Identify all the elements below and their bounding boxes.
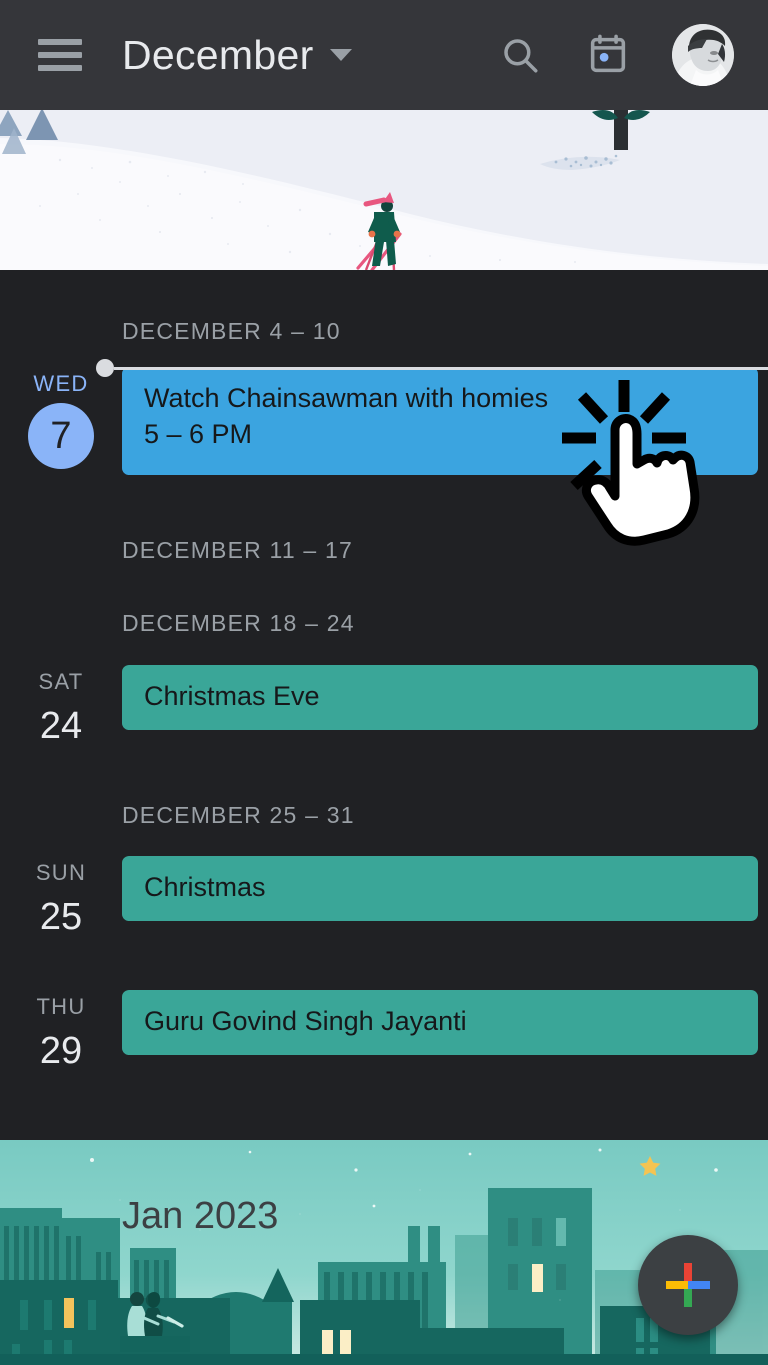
day-label: SUN 25 <box>0 856 122 938</box>
search-icon[interactable] <box>496 31 544 79</box>
current-time-indicator <box>96 359 768 377</box>
day-number-today: 7 <box>28 403 94 469</box>
day-label: WED 7 <box>0 367 122 469</box>
create-event-fab[interactable] <box>638 1235 738 1335</box>
day-row: WED 7 Watch Chainsawman with homies 5 – … <box>0 359 768 475</box>
day-number: 24 <box>39 705 83 747</box>
current-time-dot <box>96 359 114 377</box>
event-chip[interactable]: Guru Govind Singh Jayanti <box>122 990 758 1055</box>
day-label: THU 29 <box>0 990 122 1072</box>
event-chip[interactable]: Christmas Eve <box>122 665 758 730</box>
day-label: SAT 24 <box>0 665 122 747</box>
week-group: DECEMBER 11 – 17 <box>0 475 768 564</box>
day-of-week: THU <box>36 994 86 1019</box>
events-column: Christmas <box>122 856 768 921</box>
schedule-list[interactable]: DECEMBER 4 – 10 WED 7 Watch Chainsawman … <box>0 270 768 1140</box>
events-column: Watch Chainsawman with homies 5 – 6 PM <box>122 367 768 475</box>
week-group: DECEMBER 25 – 31 SUN 25 Christmas THU 29 <box>0 745 768 1070</box>
event-title: Christmas Eve <box>144 681 320 711</box>
event-title: Watch Chainsawman with homies <box>144 383 549 413</box>
event-chip[interactable]: Christmas <box>122 856 758 921</box>
current-time-line <box>114 366 768 370</box>
december-illustration <box>0 110 768 270</box>
day-row: THU 29 Guru Govind Singh Jayanti <box>0 990 768 1070</box>
calendar-today-icon[interactable] <box>584 31 632 79</box>
avatar[interactable] <box>672 24 734 86</box>
month-title-button[interactable]: December <box>82 32 352 79</box>
week-header: DECEMBER 25 – 31 <box>122 802 355 828</box>
week-header: DECEMBER 4 – 10 <box>122 318 341 344</box>
week-group: DECEMBER 4 – 10 WED 7 Watch Chainsawman … <box>0 270 768 475</box>
week-header: DECEMBER 18 – 24 <box>122 610 355 636</box>
page-title: December <box>122 31 314 78</box>
event-time: 5 – 6 PM <box>144 418 253 449</box>
day-row: SUN 25 Christmas <box>0 856 768 936</box>
event-title: Christmas <box>144 872 266 902</box>
events-column: Guru Govind Singh Jayanti <box>122 990 768 1055</box>
day-number: 29 <box>39 1030 83 1072</box>
events-column: Christmas Eve <box>122 665 768 730</box>
next-month-label: Jan 2023 <box>122 1195 279 1237</box>
event-chip[interactable]: Watch Chainsawman with homies 5 – 6 PM <box>122 367 758 475</box>
day-row: SAT 24 Christmas Eve <box>0 665 768 745</box>
week-group: DECEMBER 18 – 24 SAT 24 Christmas Eve <box>0 564 768 745</box>
calendar-schedule-screen: December DECEMBER 4 – 10 WED 7 Watch Cha… <box>0 0 768 1365</box>
hamburger-menu-icon[interactable] <box>38 39 82 71</box>
app-bar-actions <box>496 24 734 86</box>
day-of-week: SAT <box>38 669 84 694</box>
app-bar: December <box>0 0 768 110</box>
week-header: DECEMBER 11 – 17 <box>122 537 353 563</box>
day-of-week: SUN <box>35 860 87 885</box>
event-title: Guru Govind Singh Jayanti <box>144 1006 467 1036</box>
plus-icon <box>666 1263 710 1307</box>
chevron-down-icon <box>329 49 352 61</box>
day-number: 25 <box>39 896 83 938</box>
